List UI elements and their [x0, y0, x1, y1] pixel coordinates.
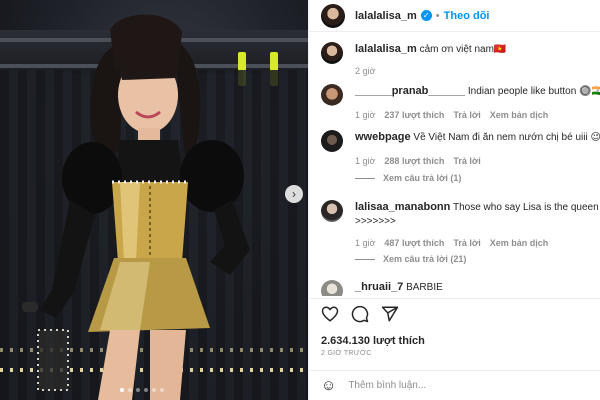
post-detail-panel: lalalalisa_m ✓ • Theo dõi lalalalisa_m c…	[308, 0, 600, 400]
comment-input[interactable]	[348, 380, 549, 391]
commenter-username[interactable]: ______pranab______	[355, 85, 465, 97]
commenter-avatar[interactable]	[321, 280, 343, 296]
caption: lalalalisa_m cảm ơn việt nam🇻🇳 2 giờ	[321, 42, 600, 78]
comments-list[interactable]: lalalalisa_m cảm ơn việt nam🇻🇳 2 giờ ___…	[309, 32, 600, 296]
comment-body: ______pranab______ Indian people like bu…	[355, 84, 600, 122]
likes-count[interactable]: 2.634.130 lượt thích	[321, 335, 425, 347]
view-replies-label: Xem câu trả lời (21)	[383, 254, 467, 264]
comment-text: Indian people like button 🔘🇮🇳	[467, 86, 600, 97]
view-replies-button[interactable]: Xem câu trả lời (1)	[355, 173, 461, 183]
comment-text: BARBIE	[406, 282, 443, 293]
author-username[interactable]: lalalalisa_m	[355, 10, 417, 22]
comment-likes-count[interactable]: 288 lượt thích	[384, 154, 444, 168]
comment-likes-count[interactable]: 487 lượt thích	[384, 236, 444, 250]
comment-time: 1 giờ	[355, 156, 376, 166]
performer-figure	[22, 14, 250, 400]
comment-item: ______pranab______ Indian people like bu…	[321, 84, 600, 122]
verified-icon: ✓	[420, 10, 432, 21]
carousel-dot	[152, 388, 156, 392]
heart-icon	[321, 306, 339, 322]
post-actions	[309, 298, 600, 334]
commenter-avatar[interactable]	[321, 130, 343, 152]
comment-meta: 1 giờ 288 lượt thích Trả lời	[355, 154, 600, 168]
reply-button[interactable]: Trả lời	[453, 236, 480, 250]
caption-meta: 2 giờ	[355, 64, 506, 78]
post-image[interactable]: ›	[0, 0, 308, 400]
replies-line	[355, 177, 375, 179]
comment-text: Về Việt Nam đi ăn nem nướn chị bé uiii 😉	[413, 132, 600, 143]
comment-item: _hruaii_7 BARBIE	[321, 280, 600, 296]
comment-icon	[351, 305, 369, 323]
carousel-dot	[136, 388, 140, 392]
carousel-dot	[128, 388, 132, 392]
caption-username[interactable]: lalalalisa_m	[355, 43, 417, 55]
carousel-dot	[144, 388, 148, 392]
commenter-username[interactable]: _hruaii_7	[355, 281, 403, 293]
caption-body: lalalalisa_m cảm ơn việt nam🇻🇳 2 giờ	[355, 42, 506, 78]
replies-line	[355, 258, 375, 260]
chevron-right-icon: ›	[292, 187, 296, 201]
comment-body: wwebpage Về Việt Nam đi ăn nem nướn chị …	[355, 130, 600, 168]
post-header: lalalalisa_m ✓ • Theo dõi	[309, 0, 600, 32]
comment-composer: ☺	[309, 370, 600, 400]
translate-button[interactable]: Xem bản dịch	[490, 236, 549, 250]
comment-body: lalisaa_manabonn Those who say Lisa is t…	[355, 200, 600, 250]
reply-button[interactable]: Trả lời	[453, 108, 480, 122]
share-icon	[381, 306, 399, 322]
comment-text-continued: >>>>>>>	[355, 216, 396, 227]
comment-body: _hruaii_7 BARBIE	[355, 280, 443, 295]
translate-button[interactable]: Xem bản dịch	[490, 108, 549, 122]
author-avatar[interactable]	[321, 3, 345, 28]
commenter-username[interactable]: lalisaa_manabonn	[355, 201, 450, 213]
caption-text: cảm ơn việt nam🇻🇳	[419, 44, 507, 55]
header-separator: •	[435, 9, 440, 22]
commenter-username[interactable]: wwebpage	[355, 131, 411, 143]
comment-time: 1 giờ	[355, 110, 376, 120]
like-button[interactable]	[321, 305, 339, 328]
carousel-next-button[interactable]: ›	[285, 185, 303, 203]
comment-likes-count[interactable]: 237 lượt thích	[384, 108, 444, 122]
share-button[interactable]	[381, 305, 399, 328]
emoji-icon[interactable]: ☺	[321, 377, 336, 394]
view-replies-button[interactable]: Xem câu trả lời (21)	[355, 254, 466, 264]
comment-meta: 1 giờ 487 lượt thích Trả lời Xem bản dịc…	[355, 236, 600, 250]
author-avatar[interactable]	[321, 42, 343, 64]
carousel-dot	[120, 388, 124, 392]
commenter-avatar[interactable]	[321, 200, 343, 222]
commenter-avatar[interactable]	[321, 84, 343, 106]
carousel-dot	[160, 388, 164, 392]
comment-text: Those who say Lisa is the queen of kpop	[452, 202, 600, 213]
follow-button[interactable]: Theo dõi	[444, 10, 490, 22]
carousel-indicator	[120, 388, 164, 392]
comment-item: lalisaa_manabonn Those who say Lisa is t…	[321, 200, 600, 250]
post-timestamp: 2 GIỜ TRƯỚC	[321, 350, 372, 357]
view-replies-label: Xem câu trả lời (1)	[383, 173, 462, 183]
comment-button[interactable]	[351, 305, 369, 328]
comment-time: 1 giờ	[355, 238, 376, 248]
comment-item: wwebpage Về Việt Nam đi ăn nem nướn chị …	[321, 130, 600, 168]
comment-meta: 1 giờ 237 lượt thích Trả lời Xem bản dịc…	[355, 108, 600, 122]
reply-button[interactable]: Trả lời	[453, 154, 480, 168]
caption-time: 2 giờ	[355, 66, 376, 76]
